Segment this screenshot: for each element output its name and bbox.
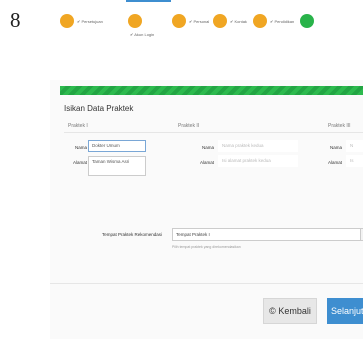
step-3-label[interactable]: ✔ Personal bbox=[189, 19, 209, 24]
step-1-label[interactable]: ✔ Persetujuan bbox=[77, 19, 103, 24]
next-button[interactable]: Selanjut bbox=[327, 298, 363, 324]
step-6-indicator-active[interactable] bbox=[300, 14, 314, 28]
recommended-practice-select[interactable]: Tempat Praktek I ▴▾ bbox=[172, 228, 363, 241]
practice-1-address-label: Alamat bbox=[73, 160, 88, 165]
step-2-indicator[interactable] bbox=[128, 14, 142, 28]
step-5-label[interactable]: ✔ Pendidikan bbox=[270, 19, 294, 24]
registration-wizard-panel: ✔ Persetujuan ✔ Akun Login ✔ Personal ✔ … bbox=[50, 0, 363, 339]
practice-3-address-input[interactable]: Is bbox=[346, 155, 363, 167]
step-3-indicator[interactable] bbox=[172, 14, 186, 28]
top-accent-line bbox=[126, 0, 171, 2]
footer-divider bbox=[50, 283, 363, 284]
practice-1-address-input[interactable]: Taman Wisma Asri bbox=[88, 156, 146, 176]
practice-2-name-label: Nama bbox=[202, 145, 215, 150]
practice-3-address-label: Alamat bbox=[328, 160, 343, 165]
step-4-label[interactable]: ✔ Kontak bbox=[230, 19, 247, 24]
practice-2-address-label: Alamat bbox=[200, 160, 215, 165]
back-button[interactable]: © Kembali bbox=[263, 298, 317, 324]
wizard-steps: ✔ Persetujuan ✔ Akun Login ✔ Personal ✔ … bbox=[50, 0, 363, 80]
progress-bar bbox=[60, 86, 363, 95]
step-1-indicator[interactable] bbox=[60, 14, 74, 28]
step-2-label[interactable]: ✔ Akun Login bbox=[130, 32, 154, 37]
section-divider bbox=[64, 132, 363, 133]
form-title: Isikan Data Praktek bbox=[64, 104, 134, 113]
practice-2-name-input[interactable]: Nama praktek kedua bbox=[218, 140, 298, 152]
back-circle-icon: © bbox=[269, 306, 276, 316]
recommended-practice-label: Tempat Praktek Rekomendasi bbox=[102, 232, 163, 237]
back-button-label: Kembali bbox=[278, 306, 311, 316]
next-button-label: Selanjut bbox=[331, 306, 363, 316]
recommended-practice-value: Tempat Praktek I bbox=[176, 232, 210, 237]
page-number-gutter: 8 bbox=[0, 0, 50, 339]
step-4-indicator[interactable] bbox=[213, 14, 227, 28]
practice-3-name-label: Nama bbox=[330, 145, 343, 150]
step-5-indicator[interactable] bbox=[253, 14, 267, 28]
practice-2-heading: Praktek II bbox=[178, 123, 200, 129]
practice-1-name-label: Nama bbox=[75, 145, 88, 150]
recommended-practice-help: Pilih tempat praktek yang direkomendasik… bbox=[172, 245, 241, 249]
practice-1-name-input[interactable]: Dokter Umum bbox=[88, 140, 146, 152]
practice-2-address-input[interactable]: Isi alamat praktek kedua bbox=[218, 155, 298, 167]
practice-1-heading: Praktek I bbox=[68, 123, 88, 129]
page-number: 8 bbox=[10, 8, 21, 32]
practice-3-heading: Praktek III bbox=[328, 123, 351, 129]
practice-3-name-input[interactable]: N bbox=[346, 140, 363, 152]
